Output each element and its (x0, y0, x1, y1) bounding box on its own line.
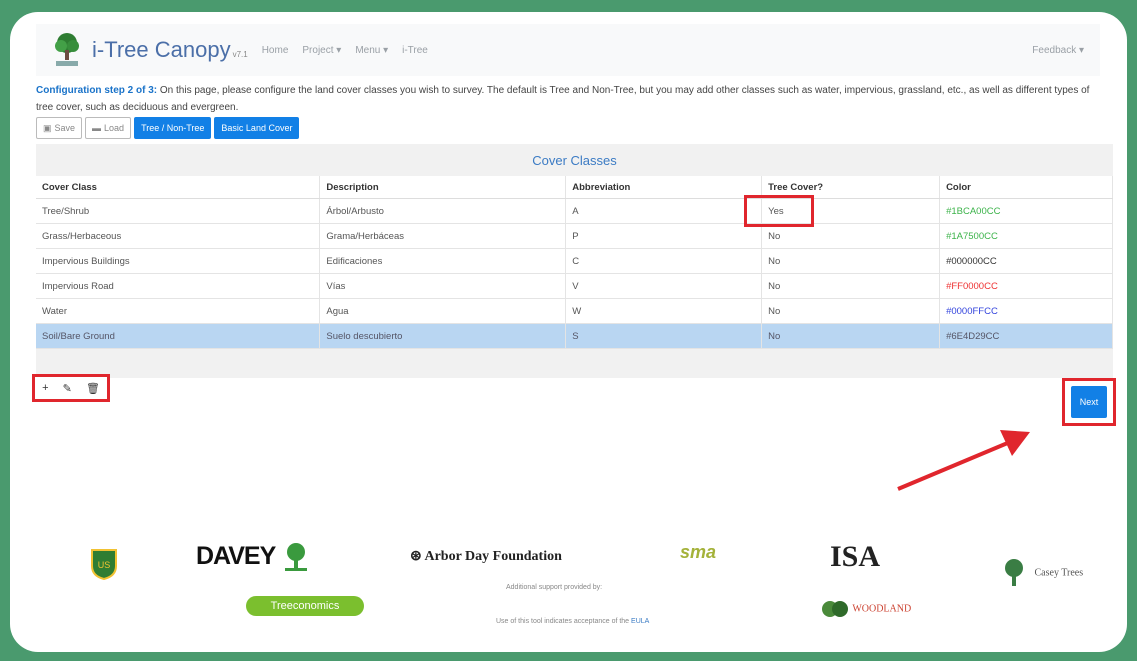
sma-text: sma (680, 542, 717, 562)
casey-text: Casey Trees (1034, 567, 1084, 579)
screenshot-frame: i-Tree Canopy v7.1 Home Project ▾ Menu ▾ … (10, 12, 1127, 652)
davey-tree-icon (284, 543, 307, 572)
usage-prefix: Use of this tool indicates acceptance of… (496, 618, 630, 625)
woodland-tree-icon (822, 601, 848, 617)
eula-link[interactable]: EULA (631, 618, 649, 625)
arbor-circle-icon: ⊛ (410, 549, 422, 564)
isa-logo[interactable]: ISA (830, 540, 880, 574)
svg-text:US: US (98, 560, 111, 570)
davey-text: DAVEY (196, 542, 276, 570)
davey-logo[interactable]: DAVEY (196, 542, 311, 572)
usage-text: Use of this tool indicates acceptance of… (496, 618, 649, 625)
casey-tree-icon (1005, 559, 1023, 586)
support-text: Additional support provided by: (506, 584, 603, 591)
sma-logo[interactable]: sma (680, 542, 716, 563)
isa-text: ISA (830, 540, 881, 573)
arbor-day-logo[interactable]: ⊛ Arbor Day Foundation (410, 548, 562, 565)
casey-trees-logo[interactable]: Casey Trees (1002, 558, 1083, 588)
treeconomics-text: Treeconomics (270, 600, 340, 612)
woodland-text: WOODLAND (852, 603, 912, 615)
woodland-trust-logo[interactable]: WOODLAND (820, 598, 911, 620)
usfs-shield-icon[interactable]: US (90, 548, 118, 585)
treeconomics-logo[interactable]: Treeconomics (246, 596, 364, 616)
arbor-text: Arbor Day Foundation (424, 549, 562, 564)
red-arrow-annotation (897, 430, 1030, 491)
